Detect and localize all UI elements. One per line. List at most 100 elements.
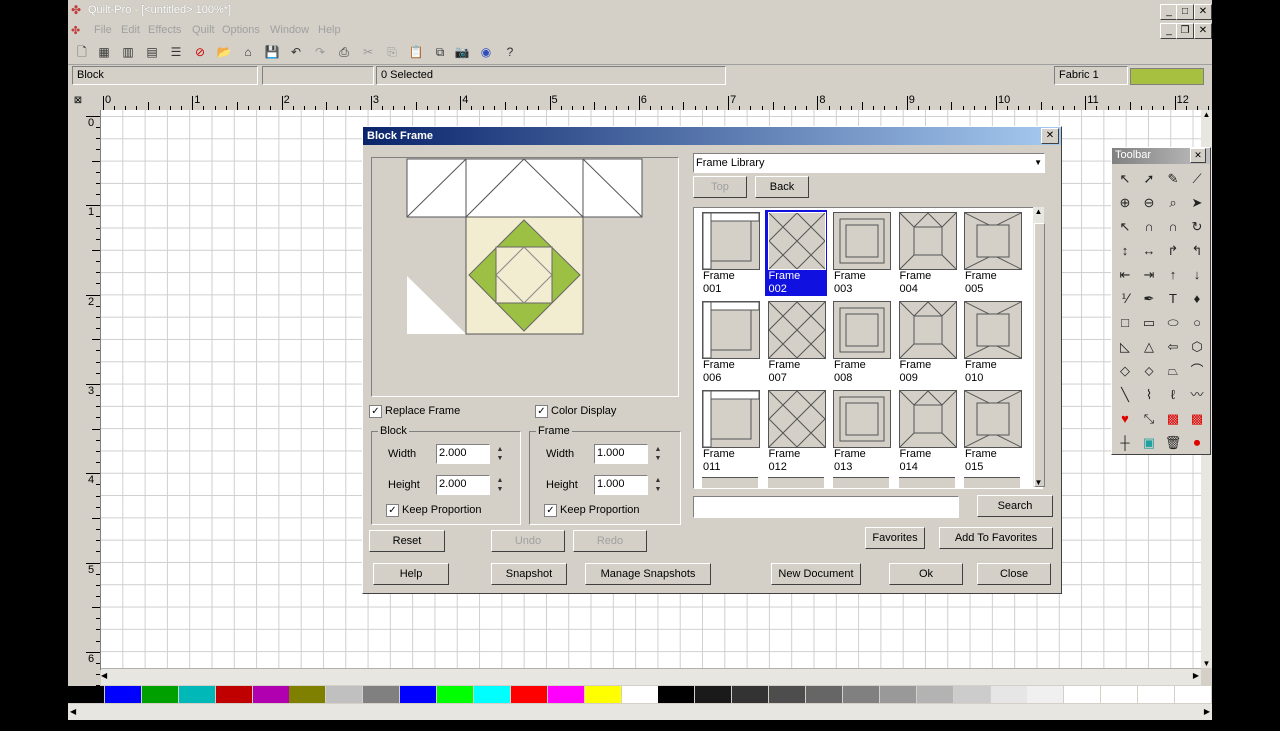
dropper-icon[interactable]: ⟋ bbox=[1186, 168, 1208, 190]
heart-icon[interactable]: ♥ bbox=[1114, 408, 1136, 430]
pointer-icon[interactable]: ➤ bbox=[1186, 192, 1208, 214]
frame-item-007[interactable]: Frame 007 bbox=[765, 299, 827, 385]
library-scroll-up-icon[interactable]: ▲ bbox=[1033, 207, 1044, 216]
trapezoid-icon[interactable]: ⏢ bbox=[1162, 360, 1184, 382]
zoom-in-icon[interactable]: ⊕ bbox=[1114, 192, 1136, 214]
fill-icon[interactable]: ♦ bbox=[1186, 288, 1208, 310]
palette-swatch[interactable] bbox=[584, 686, 621, 703]
record-icon[interactable]: ⏺ bbox=[1186, 432, 1208, 454]
spin-arrows-icon[interactable]: ▲ ▼ bbox=[651, 445, 665, 463]
help-query-icon[interactable]: ? bbox=[500, 42, 520, 62]
resize-h-icon[interactable]: ↔ bbox=[1138, 240, 1160, 262]
frame-item-005[interactable]: Frame 005 bbox=[961, 210, 1023, 296]
replace-frame-checkbox[interactable]: ✓ bbox=[369, 405, 382, 418]
frame-item-009[interactable]: Frame 009 bbox=[896, 299, 958, 385]
menu-file[interactable]: File bbox=[94, 24, 112, 36]
palette-swatch[interactable] bbox=[769, 686, 806, 703]
scroll-left-icon[interactable]: ◀ bbox=[101, 671, 107, 680]
ok-button[interactable]: Ok bbox=[889, 563, 963, 585]
palette-swatch[interactable] bbox=[400, 686, 437, 703]
palette-swatch[interactable] bbox=[215, 686, 252, 703]
arrow-icon[interactable]: ↖ bbox=[1114, 168, 1136, 190]
doc-restore-button[interactable]: ❐ bbox=[1176, 23, 1194, 39]
palette-swatch[interactable] bbox=[437, 686, 473, 703]
rotate-icon[interactable]: ↻ bbox=[1186, 216, 1208, 238]
menu-window[interactable]: Window bbox=[270, 24, 309, 36]
color-display-checkbox[interactable]: ✓ bbox=[535, 405, 548, 418]
resize-v-icon[interactable]: ↕ bbox=[1114, 240, 1136, 262]
horizontal-scrollbar[interactable]: ◀ ▶ bbox=[101, 668, 1201, 685]
frame-thumbnail[interactable] bbox=[898, 477, 955, 488]
up-icon[interactable]: ↑ bbox=[1162, 264, 1184, 286]
print-icon[interactable]: ⎙ bbox=[334, 42, 354, 62]
menu-quilt[interactable]: Quilt bbox=[192, 24, 215, 36]
palette-swatch[interactable] bbox=[289, 686, 326, 703]
pattern-alt-icon[interactable]: ▩ bbox=[1186, 408, 1208, 430]
block-width-spin[interactable]: ▲▼ bbox=[436, 444, 503, 464]
frame-item-001[interactable]: Frame 001 bbox=[699, 210, 761, 296]
arc-alt-icon[interactable]: ∩ bbox=[1162, 216, 1184, 238]
palette-swatch[interactable] bbox=[252, 686, 289, 703]
undo-icon[interactable]: ↶ bbox=[286, 42, 306, 62]
add-to-favorites-button[interactable]: Add To Favorites bbox=[939, 527, 1053, 549]
polyline-icon[interactable]: ⌇ bbox=[1138, 384, 1160, 406]
palette-swatch[interactable] bbox=[658, 686, 695, 703]
search-button[interactable]: Search bbox=[977, 495, 1053, 517]
right-icon[interactable]: ⇥ bbox=[1138, 264, 1160, 286]
new-document-button[interactable]: New Document bbox=[771, 563, 861, 585]
hexagon-icon[interactable]: ⬡ bbox=[1186, 336, 1208, 358]
corner-alt-icon[interactable]: ↰ bbox=[1186, 240, 1208, 262]
toolbox-close-icon[interactable]: ✕ bbox=[1190, 148, 1206, 163]
frame-item-011[interactable]: Frame 011 bbox=[699, 388, 761, 474]
frame-item-002[interactable]: Frame 002 bbox=[764, 210, 827, 296]
image-icon[interactable]: ▣ bbox=[1138, 432, 1160, 454]
menu-help[interactable]: Help bbox=[318, 24, 341, 36]
triangle-icon[interactable]: ◺ bbox=[1114, 336, 1136, 358]
redo-button[interactable]: Redo bbox=[573, 530, 647, 552]
palette-swatch[interactable] bbox=[732, 686, 769, 703]
block-keep-proportion-checkbox[interactable]: ✓ bbox=[386, 504, 399, 517]
triangle-up-icon[interactable]: △ bbox=[1138, 336, 1160, 358]
frame-item-012[interactable]: Frame 012 bbox=[765, 388, 827, 474]
copy-icon[interactable]: ⎘ bbox=[382, 42, 402, 62]
palette-swatch[interactable] bbox=[916, 686, 953, 703]
frame-thumbnail[interactable] bbox=[767, 477, 824, 488]
brush-icon[interactable]: ✎ bbox=[1162, 168, 1184, 190]
cut-icon[interactable]: ✂ bbox=[358, 42, 378, 62]
dialog-close-icon[interactable]: ✕ bbox=[1041, 128, 1059, 144]
rect-icon[interactable]: □ bbox=[1114, 312, 1136, 334]
palette-scrollbar[interactable]: ◀ ▶ bbox=[68, 704, 1212, 720]
palette-swatch[interactable] bbox=[473, 686, 510, 703]
favorites-button[interactable]: Favorites bbox=[865, 527, 925, 549]
close-button[interactable]: Close bbox=[977, 563, 1051, 585]
scroll-up-icon[interactable]: ▲ bbox=[1201, 110, 1212, 119]
manage-snapshots-button[interactable]: Manage Snapshots bbox=[585, 563, 711, 585]
frame-item-008[interactable]: Frame 008 bbox=[830, 299, 892, 385]
camera-icon[interactable]: 📷 bbox=[452, 42, 472, 62]
frame-thumbnail[interactable] bbox=[702, 477, 758, 488]
scroll-down-icon[interactable]: ▼ bbox=[1201, 659, 1212, 668]
frame-thumbnail[interactable] bbox=[964, 477, 1020, 488]
palette-swatch[interactable] bbox=[363, 686, 400, 703]
freehand-icon[interactable]: 〰 bbox=[1186, 384, 1208, 406]
reset-button[interactable]: Reset bbox=[369, 530, 445, 552]
spin-arrows-icon[interactable]: ▲ ▼ bbox=[493, 476, 507, 494]
transform-icon[interactable]: ⤡ bbox=[1138, 408, 1160, 430]
palette-swatch[interactable] bbox=[141, 686, 178, 703]
palette-swatch[interactable] bbox=[547, 686, 584, 703]
scale-icon[interactable]: ⅟ bbox=[1114, 288, 1136, 310]
trash-icon[interactable]: 🗑 bbox=[1162, 432, 1184, 454]
pen-icon[interactable]: ✒ bbox=[1138, 288, 1160, 310]
palette-left-icon[interactable]: ◀ bbox=[70, 707, 76, 716]
palette-swatch[interactable] bbox=[695, 686, 732, 703]
no-fill-icon[interactable]: ⊘ bbox=[190, 42, 210, 62]
frame-keep-proportion-checkbox[interactable]: ✓ bbox=[544, 504, 557, 517]
palette-swatch[interactable] bbox=[68, 686, 104, 703]
node-select-icon[interactable]: ↖ bbox=[1114, 216, 1136, 238]
ellipse-icon[interactable]: ⬭ bbox=[1162, 312, 1184, 334]
select-icon[interactable]: ➚ bbox=[1138, 168, 1160, 190]
palette-swatch[interactable] bbox=[990, 686, 1027, 703]
zoom-out-icon[interactable]: ⊖ bbox=[1138, 192, 1160, 214]
palette-swatch[interactable] bbox=[806, 686, 842, 703]
spin-arrows-icon[interactable]: ▲ ▼ bbox=[651, 476, 665, 494]
